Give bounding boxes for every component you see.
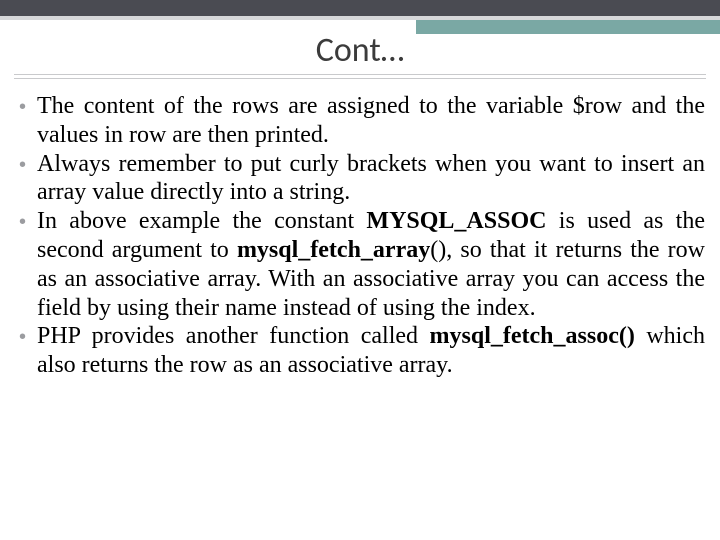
bullet-marker: • — [19, 92, 37, 121]
content-area: •The content of the rows are assigned to… — [19, 92, 705, 380]
bullet-item: •In above example the constant MYSQL_ASS… — [19, 207, 705, 322]
bullet-marker: • — [19, 150, 37, 179]
bullet-text: Always remember to put curly brackets wh… — [37, 150, 705, 208]
bullet-text: The content of the rows are assigned to … — [37, 92, 705, 150]
title-underline — [14, 74, 706, 79]
bullet-marker: • — [19, 322, 37, 351]
top-bar-dark — [0, 0, 720, 16]
bullet-marker: • — [19, 207, 37, 236]
slide-title: Cont… — [0, 30, 720, 71]
bullet-item: •PHP provides another function called my… — [19, 322, 705, 380]
bullet-text: In above example the constant MYSQL_ASSO… — [37, 207, 705, 322]
bullet-text: PHP provides another function called mys… — [37, 322, 705, 380]
bullet-item: •Always remember to put curly brackets w… — [19, 150, 705, 208]
bullet-item: •The content of the rows are assigned to… — [19, 92, 705, 150]
slide: Cont… •The content of the rows are assig… — [0, 0, 720, 540]
